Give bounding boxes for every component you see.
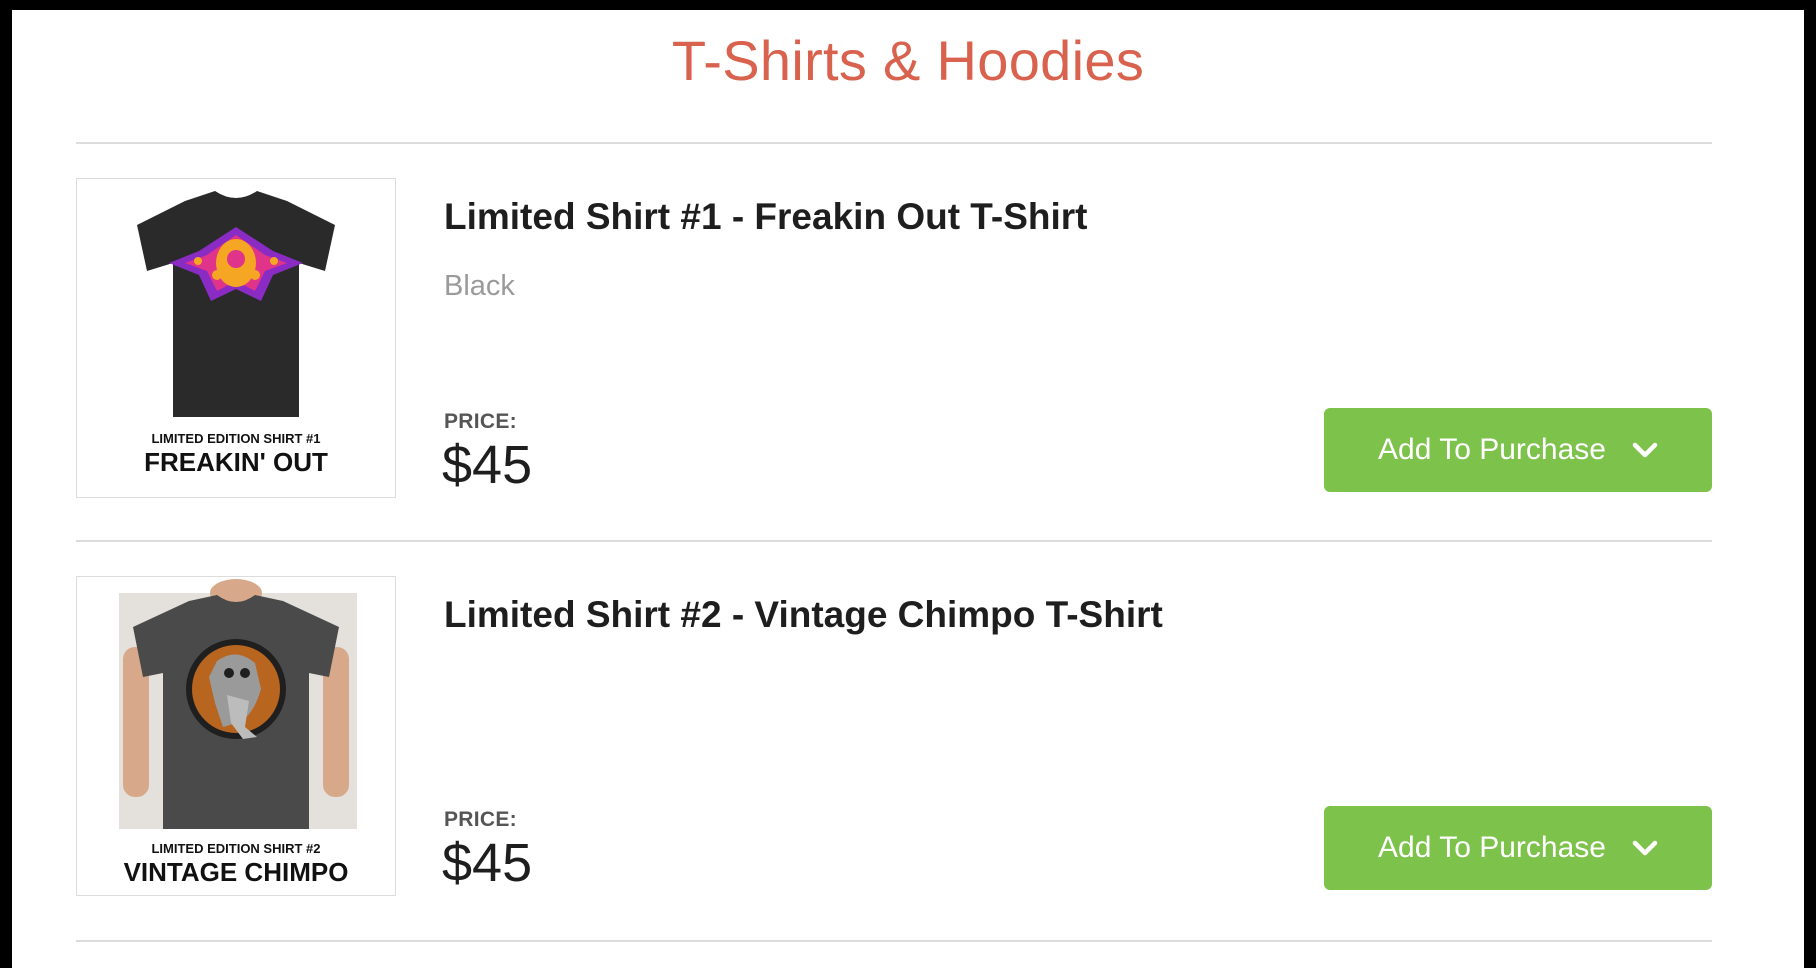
chevron-down-icon <box>1632 840 1658 856</box>
product-image[interactable]: LIMITED EDITION SHIRT #2 VINTAGE CHIMPO <box>76 576 396 896</box>
image-caption-small: LIMITED EDITION SHIRT #2 <box>151 841 320 856</box>
add-to-purchase-label: Add To Purchase <box>1378 433 1606 466</box>
price-value: $45 <box>442 833 533 893</box>
tshirt-freakin-out-image: LIMITED EDITION SHIRT #1 FREAKIN' OUT <box>137 191 335 477</box>
divider <box>76 940 1712 942</box>
product-item: LIMITED EDITION SHIRT #2 VINTAGE CHIMPO … <box>76 576 1712 896</box>
image-caption-big: FREAKIN' OUT <box>144 447 328 477</box>
price-label: PRICE: <box>444 410 517 433</box>
section-title: T-Shirts & Hoodies <box>671 29 1145 92</box>
product-name[interactable]: Limited Shirt #1 - Freakin Out T-Shirt <box>444 196 1087 238</box>
price-value: $45 <box>442 435 533 495</box>
add-to-purchase-button[interactable]: Add To Purchase <box>1324 408 1712 492</box>
chevron-down-icon <box>1632 442 1658 458</box>
image-caption-big: VINTAGE CHIMPO <box>124 857 349 887</box>
product-variant: Black <box>444 270 515 302</box>
product-name[interactable]: Limited Shirt #2 - Vintage Chimpo T-Shir… <box>444 594 1163 636</box>
product-listing-page: T-Shirts & Hoodies LIMITED EDITION SHIRT… <box>12 10 1804 968</box>
add-to-purchase-label: Add To Purchase <box>1378 831 1606 864</box>
divider <box>76 142 1712 144</box>
product-image[interactable]: LIMITED EDITION SHIRT #1 FREAKIN' OUT <box>76 178 396 498</box>
price-label: PRICE: <box>444 808 517 831</box>
product-item: LIMITED EDITION SHIRT #1 FREAKIN' OUT Li… <box>76 178 1712 498</box>
add-to-purchase-button[interactable]: Add To Purchase <box>1324 806 1712 890</box>
tshirt-vintage-chimpo-image: LIMITED EDITION SHIRT #2 VINTAGE CHIMPO <box>119 579 357 887</box>
image-caption-small: LIMITED EDITION SHIRT #1 <box>151 431 320 446</box>
divider <box>76 540 1712 542</box>
